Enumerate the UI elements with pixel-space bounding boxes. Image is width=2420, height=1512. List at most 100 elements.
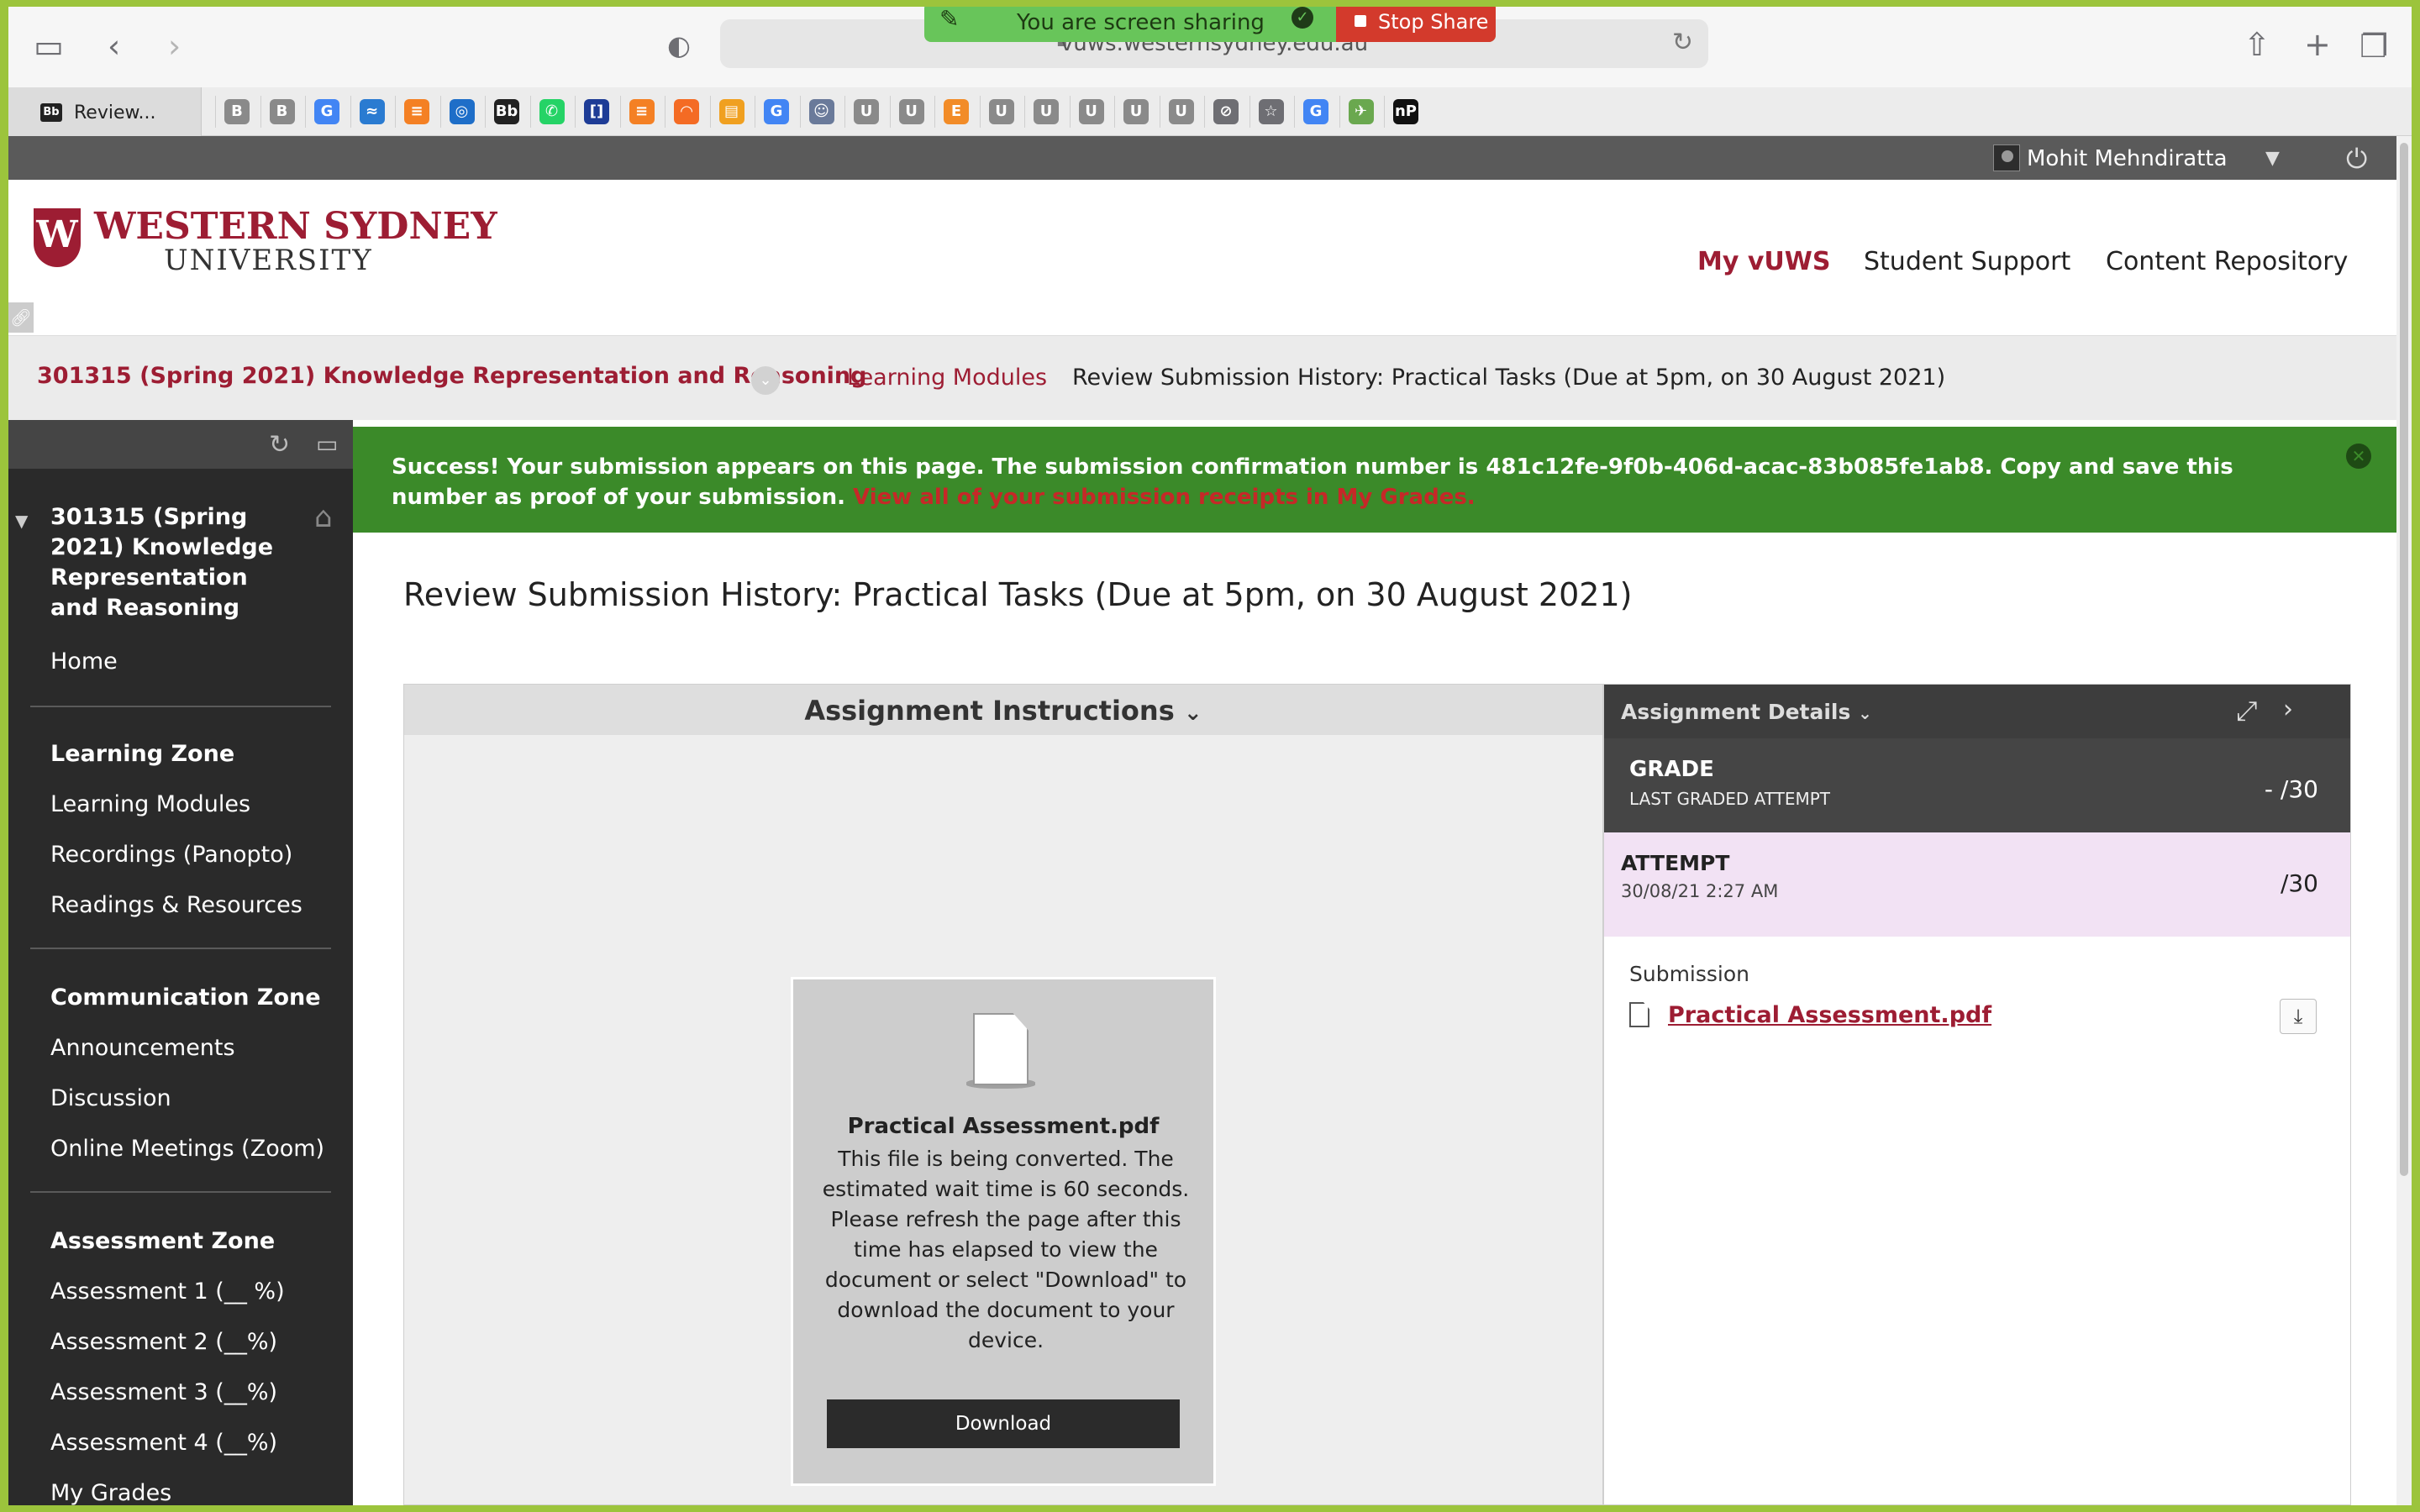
bookmark-icon[interactable]: B	[224, 99, 250, 124]
bookmark-separator	[709, 96, 711, 128]
avatar[interactable]	[1993, 144, 2020, 171]
sidebar-toggle-icon[interactable]: ▭	[34, 30, 64, 62]
user-name[interactable]: Mohit Mehndiratta	[2027, 146, 2228, 171]
submission-file-link[interactable]: Practical Assessment.pdf	[1668, 1002, 1991, 1028]
chevron-down-icon[interactable]: ▼	[2265, 148, 2280, 169]
privacy-shield-icon[interactable]: ◐	[667, 32, 691, 59]
folder-icon[interactable]: ▭	[316, 430, 338, 458]
conversion-message: This file is being converted. The estima…	[822, 1147, 1190, 1352]
bookmark-icon[interactable]: E	[944, 99, 969, 124]
bookmark-icon[interactable]: ⊘	[1213, 99, 1239, 124]
sidebar-item-assessment-3[interactable]: Assessment 3 (__%)	[50, 1379, 277, 1405]
chevron-down-icon[interactable]: ⌄	[751, 366, 780, 395]
bookmark-separator	[215, 96, 216, 128]
breadcrumb-learning-modules[interactable]: Learning Modules	[847, 365, 1047, 391]
sidebar-item-announcements[interactable]: Announcements	[50, 1035, 235, 1061]
page-scrollbar[interactable]	[2396, 136, 2412, 1505]
sidebar-item-my-grades[interactable]: My Grades	[50, 1480, 171, 1505]
bookmark-separator	[1024, 96, 1025, 128]
sidebar-item-readings[interactable]: Readings & Resources	[50, 892, 302, 918]
bookmark-icon[interactable]: G	[764, 99, 789, 124]
receipts-link[interactable]: View all of your submission receipts in …	[853, 485, 1476, 510]
download-button[interactable]: Download	[827, 1399, 1180, 1448]
file-preview-card: Practical Assessment.pdf This file is be…	[791, 977, 1216, 1486]
sidebar-item-home[interactable]: Home	[50, 648, 118, 675]
breadcrumb-course[interactable]: 301315 (Spring 2021) Knowledge Represent…	[37, 363, 866, 389]
bookmark-icon[interactable]: G	[1303, 99, 1328, 124]
bookmark-icon[interactable]: B	[269, 99, 295, 124]
sidebar-item-assessment-1[interactable]: Assessment 1 (__ %)	[50, 1278, 285, 1305]
new-tab-icon[interactable]: +	[2304, 29, 2331, 60]
tab-overview-icon[interactable]: ❐	[2360, 30, 2388, 62]
bookmark-icon[interactable]: ▤	[718, 99, 744, 124]
caret-down-icon[interactable]: ▼	[15, 511, 28, 531]
bookmark-icon[interactable]: U	[1123, 99, 1149, 124]
back-icon[interactable]: ‹	[108, 30, 120, 62]
bookmark-icon[interactable]: Bb	[494, 99, 519, 124]
sidebar-course-title[interactable]: 301315 (Spring 2021) Knowledge Represent…	[50, 502, 294, 623]
active-tab[interactable]: Bb Review...	[8, 87, 202, 136]
bookmark-icon[interactable]: ≡	[629, 99, 655, 124]
bookmark-icon[interactable]: ☺	[808, 99, 834, 124]
bookmark-separator	[575, 96, 576, 128]
instructions-title[interactable]: Assignment Instructions ⌄	[404, 695, 1602, 727]
bookmark-separator	[665, 96, 666, 128]
chevron-down-icon: ⌄	[1858, 703, 1872, 723]
sidebar-heading-assessment-zone[interactable]: Assessment Zone	[50, 1228, 275, 1254]
nav-content-repository[interactable]: Content Repository	[2106, 247, 2348, 276]
share-icon[interactable]: ⇧	[2244, 29, 2270, 60]
home-icon[interactable]: ⌂	[314, 501, 333, 534]
assignment-instructions-panel: Assignment Instructions ⌄ Practical Asse…	[403, 684, 1603, 1505]
sidebar-item-discussion[interactable]: Discussion	[50, 1085, 171, 1111]
browser-window: ▭ ‹ › ◐ 🔒︎ vuws.westernsydney.edu.au ↻ ✎…	[8, 7, 2412, 1505]
sidebar-heading-learning-zone[interactable]: Learning Zone	[50, 741, 234, 767]
bookmark-separator	[260, 96, 261, 128]
sidebar-item-assessment-2[interactable]: Assessment 2 (__%)	[50, 1329, 277, 1355]
bookmark-icon[interactable]: U	[1034, 99, 1059, 124]
submission-label: Submission	[1629, 962, 1750, 986]
attempt-row[interactable]: ATTEMPT 30/08/21 2:27 AM /30	[1604, 832, 2350, 937]
sidebar-heading-communication-zone[interactable]: Communication Zone	[50, 984, 321, 1011]
bookmark-icon[interactable]: []	[584, 99, 609, 124]
sidebar-item-learning-modules[interactable]: Learning Modules	[50, 791, 250, 817]
bookmark-icon[interactable]: U	[854, 99, 879, 124]
bookmark-icon[interactable]: ✆	[539, 99, 565, 124]
bookmark-icon[interactable]: ≡	[404, 99, 429, 124]
screen-share-banner: ✎ You are screen sharing ✓ Stop Share	[924, 7, 1496, 42]
grade-value: - /30	[2264, 775, 2318, 803]
details-title[interactable]: Assignment Details ⌄	[1621, 700, 1872, 724]
bookmark-icon[interactable]: ≈	[359, 99, 385, 124]
sidebar-item-online-meetings[interactable]: Online Meetings (Zoom)	[50, 1136, 324, 1162]
bookmark-icon[interactable]: U	[1168, 99, 1194, 124]
sidebar-item-assessment-4[interactable]: Assessment 4 (__%)	[50, 1430, 277, 1456]
refresh-icon[interactable]: ↻	[269, 430, 290, 459]
scrollbar-thumb[interactable]	[2400, 143, 2408, 1176]
bookmark-separator	[305, 96, 306, 128]
sidebar-item-recordings[interactable]: Recordings (Panopto)	[50, 842, 292, 868]
document-icon	[973, 1013, 1028, 1085]
bookmark-separator	[1069, 96, 1071, 128]
bookmark-icon[interactable]: U	[1078, 99, 1104, 124]
download-icon[interactable]: ⤓	[2280, 999, 2317, 1034]
nav-my-vuws[interactable]: My vUWS	[1697, 247, 1830, 276]
attempt-value: /30	[2280, 869, 2318, 897]
bookmark-icon[interactable]: ☆	[1258, 99, 1284, 124]
reload-icon[interactable]: ↻	[1672, 28, 1693, 57]
bookmark-icon[interactable]: U	[898, 99, 924, 124]
expand-icon[interactable]: ⤢	[2236, 695, 2258, 727]
chevron-right-icon[interactable]: ›	[2283, 695, 2293, 724]
bookmark-icon[interactable]: ◎	[449, 99, 475, 124]
stop-share-button[interactable]: Stop Share	[1336, 7, 1496, 42]
instructions-header[interactable]: Assignment Instructions ⌄	[404, 685, 1602, 735]
logout-power-icon[interactable]: ⏻	[2346, 143, 2367, 176]
nav-student-support[interactable]: Student Support	[1864, 247, 2070, 276]
bookmark-icon[interactable]: nP	[1393, 99, 1418, 124]
link-icon[interactable]: 🔗︎	[8, 302, 34, 333]
bookmark-separator	[889, 96, 891, 128]
close-icon[interactable]: ✕	[2346, 444, 2371, 469]
bookmark-icon[interactable]: G	[314, 99, 339, 124]
bookmark-icon[interactable]: ✈	[1348, 99, 1374, 124]
bookmark-icon[interactable]: ◠	[674, 99, 699, 124]
forward-icon[interactable]: ›	[168, 30, 181, 62]
bookmark-icon[interactable]: U	[988, 99, 1014, 124]
